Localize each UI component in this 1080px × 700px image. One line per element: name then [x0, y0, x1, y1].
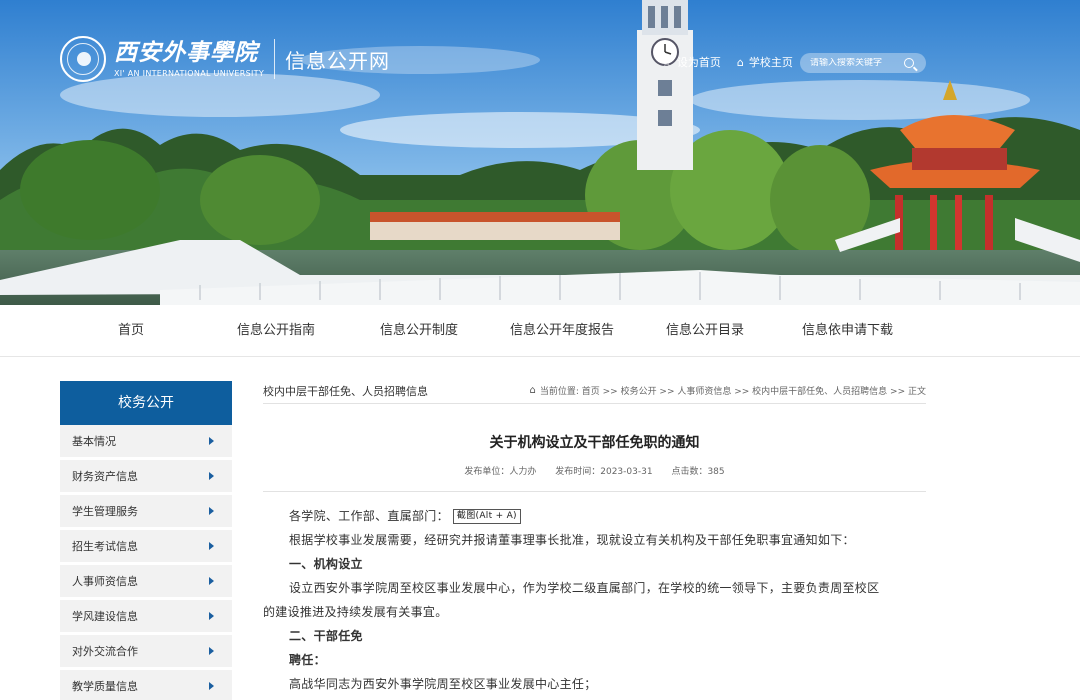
sidebar-item-label: 学生管理服务 [72, 505, 138, 518]
logo-wordmark: 西安外事學院 XI' AN INTERNATIONAL UNIVERSITY [114, 39, 265, 79]
breadcrumb-text[interactable]: 当前位置: 首页 >> 校务公开 >> 人事师资信息 >> 校内中层干部任免、人… [540, 384, 926, 397]
sidebar-title: 校务公开 [60, 381, 232, 425]
article-subheading: 聘任： [289, 653, 326, 667]
breadcrumb: ⌂ 当前位置: 首页 >> 校务公开 >> 人事师资信息 >> 校内中层干部任免… [530, 384, 926, 397]
arrow-right-icon [209, 542, 214, 550]
sidebar-item-label: 教学质量信息 [72, 680, 138, 693]
main-content: 校内中层干部任免、人员招聘信息 ⌂ 当前位置: 首页 >> 校务公开 >> 人事… [263, 378, 926, 696]
nav-disclosure-system[interactable]: 信息公开制度 [380, 305, 458, 357]
sidebar-item-label: 招生考试信息 [72, 540, 138, 553]
sidebar: 校务公开 基本情况 财务资产信息 学生管理服务 招生考试信息 人事师资信息 学风… [60, 381, 232, 700]
article-heading: 二、干部任免 [289, 629, 363, 643]
site-name: 信息公开网 [285, 48, 391, 73]
arrow-right-icon [209, 577, 214, 585]
arrow-right-icon [209, 437, 214, 445]
article-body: 各学院、工作部、直属部门： 截图(Alt + A) 根据学校事业发展需要，经研究… [263, 504, 926, 696]
home-icon: ⌂ [529, 385, 536, 396]
school-homepage-link[interactable]: ⌂ 学校主页 [737, 54, 793, 70]
arrow-right-icon [209, 612, 214, 620]
sidebar-item-admissions[interactable]: 招生考试信息 [60, 530, 232, 562]
sidebar-item-exchange[interactable]: 对外交流合作 [60, 635, 232, 667]
article-title: 关于机构设立及干部任免职的通知 [489, 435, 700, 451]
sidebar-item-label: 学风建设信息 [72, 610, 138, 623]
nav-annual-report[interactable]: 信息公开年度报告 [510, 305, 614, 357]
arrow-right-icon [209, 472, 214, 480]
arrow-right-icon [209, 647, 214, 655]
sidebar-item-study-style[interactable]: 学风建设信息 [60, 600, 232, 632]
article-paragraph: 高战华同志为西安外事学院周至校区事业发展中心主任； [289, 677, 597, 691]
article-paragraph: 设立西安外事学院周至校区事业发展中心，作为学校二级直属部门，在学校的统一领导下，… [289, 581, 880, 595]
article-unit: 发布单位：人力办 [464, 467, 537, 477]
logo-english-name: XI' AN INTERNATIONAL UNIVERSITY [114, 69, 265, 78]
arrow-right-icon [209, 507, 214, 515]
sidebar-item-personnel[interactable]: 人事师资信息 [60, 565, 232, 597]
sidebar-item-label: 人事师资信息 [72, 575, 138, 588]
article-meta: 发布单位：人力办 发布时间：2023-03-31 点击数：385 [263, 464, 926, 477]
article-divider [263, 491, 926, 492]
nav-application-download[interactable]: 信息依申请下载 [802, 305, 893, 357]
star-icon: ☆ [662, 55, 672, 69]
home-icon: ⌂ [736, 55, 744, 69]
sidebar-item-basic-info[interactable]: 基本情况 [60, 425, 232, 457]
main-nav: 首页 信息公开指南 信息公开制度 信息公开年度报告 信息公开目录 信息依申请下载 [0, 305, 1080, 357]
university-seal-icon [60, 36, 106, 82]
sidebar-item-label: 财务资产信息 [72, 470, 138, 483]
school-homepage-label: 学校主页 [748, 56, 793, 69]
header-banner: 西安外事學院 XI' AN INTERNATIONAL UNIVERSITY 信… [0, 0, 1080, 305]
set-homepage-link[interactable]: ☆ 设为首页 [662, 54, 721, 70]
article-time: 发布时间：2023-03-31 [555, 467, 653, 477]
article-paragraph: 根据学校事业发展需要，经研究并报请董事理事长批准，现就设立有关机构及干部任免职事… [289, 533, 855, 547]
nav-disclosure-guide[interactable]: 信息公开指南 [237, 305, 315, 357]
search-icon[interactable] [904, 58, 914, 68]
site-logo[interactable]: 西安外事學院 XI' AN INTERNATIONAL UNIVERSITY 信… [60, 36, 390, 82]
sidebar-item-student-services[interactable]: 学生管理服务 [60, 495, 232, 527]
logo-chinese-name: 西安外事學院 [114, 39, 258, 66]
nav-home[interactable]: 首页 [118, 305, 144, 357]
nav-disclosure-catalog[interactable]: 信息公开目录 [666, 305, 744, 357]
set-homepage-label: 设为首页 [676, 56, 721, 69]
article-paragraph: 的建设推进及持续发展有关事宜。 [263, 605, 448, 619]
article-salutation-line: 各学院、工作部、直属部门： 截图(Alt + A) [263, 504, 926, 528]
search-box [800, 53, 926, 73]
screenshot-tooltip: 截图(Alt + A) [452, 508, 521, 524]
arrow-right-icon [209, 682, 214, 690]
article-clicks: 点击数：385 [671, 467, 725, 477]
sidebar-item-teaching-quality[interactable]: 教学质量信息 [60, 670, 232, 700]
section-header: 校内中层干部任免、人员招聘信息 ⌂ 当前位置: 首页 >> 校务公开 >> 人事… [263, 378, 926, 404]
section-title: 校内中层干部任免、人员招聘信息 [263, 384, 428, 398]
logo-divider [274, 39, 276, 79]
top-links: ☆ 设为首页 ⌂ 学校主页 [662, 54, 809, 70]
sidebar-item-label: 对外交流合作 [72, 645, 138, 658]
sidebar-item-finance[interactable]: 财务资产信息 [60, 460, 232, 492]
search-input[interactable] [800, 58, 900, 68]
sidebar-item-label: 基本情况 [72, 435, 116, 448]
article-heading: 一、机构设立 [289, 557, 363, 571]
article-salutation: 各学院、工作部、直属部门： [289, 509, 449, 523]
